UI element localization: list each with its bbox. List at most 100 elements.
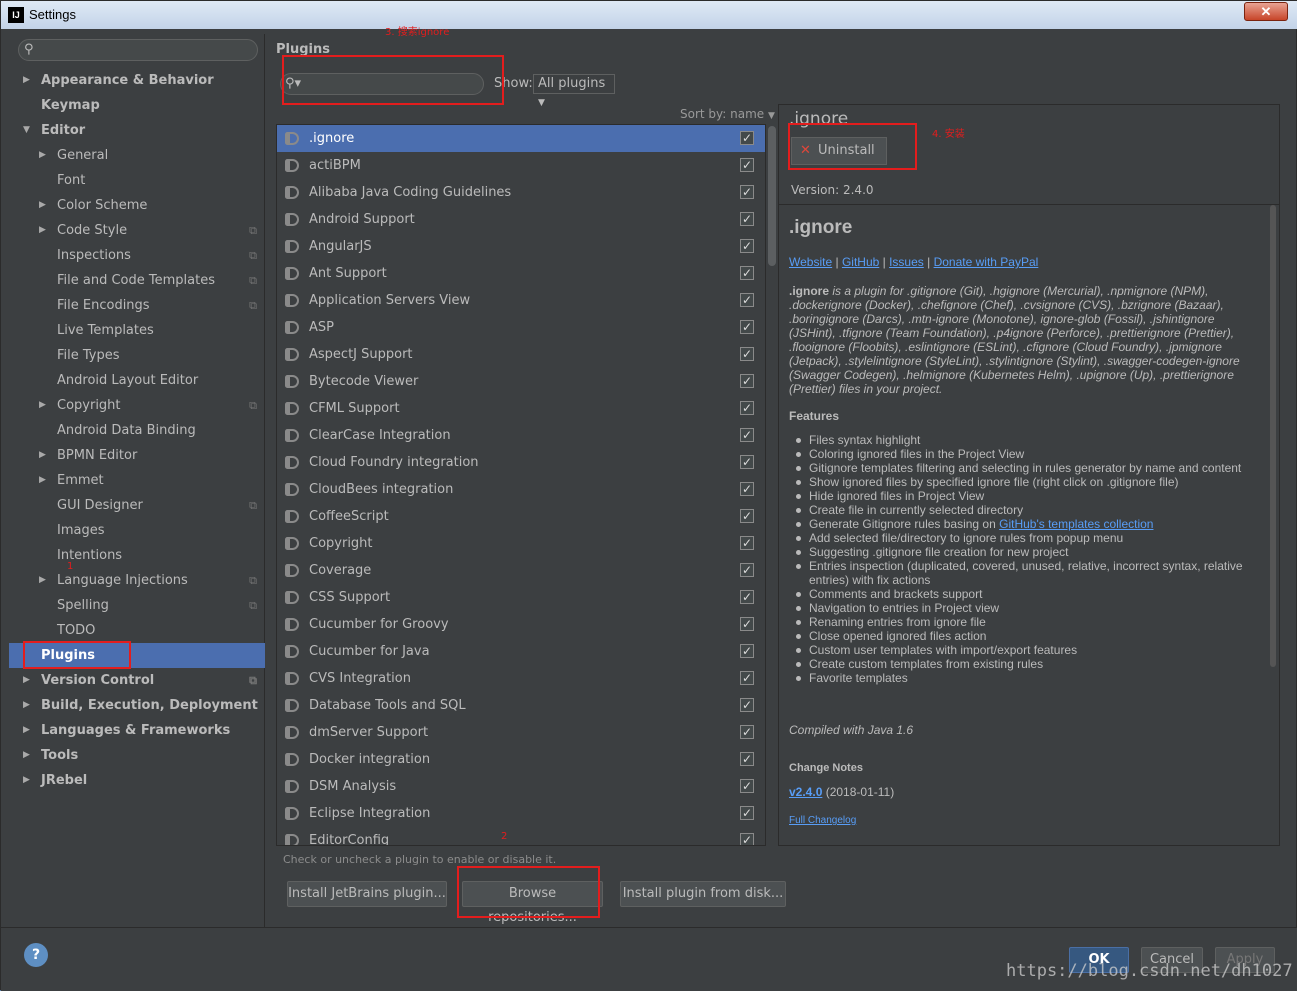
plugin-list-item[interactable]: DSM Analysis ✓ (277, 773, 765, 800)
tree-item-file-encodings[interactable]: File Encodings ⧉ (9, 293, 265, 318)
issues-link[interactable]: Issues (889, 255, 924, 269)
tree-item-android-layout-editor[interactable]: Android Layout Editor (9, 368, 265, 393)
templates-collection-link[interactable]: GitHub's templates collection (999, 517, 1153, 531)
plugin-enabled-checkbox[interactable]: ✓ (740, 293, 754, 307)
plugin-list-item[interactable]: Bytecode Viewer ✓ (277, 368, 765, 395)
install-plugin-from-disk-button[interactable]: Install plugin from disk... (620, 881, 786, 907)
tree-item-copyright[interactable]: ▶ Copyright ⧉ (9, 393, 265, 418)
tree-item-tools[interactable]: ▶ Tools (9, 743, 265, 768)
tree-item-version-control[interactable]: ▶ Version Control ⧉ (9, 668, 265, 693)
plugin-list-item[interactable]: EditorConfig ✓ (277, 827, 765, 845)
website-link[interactable]: Website (789, 255, 832, 269)
plugin-list-item[interactable]: Cucumber for Java ✓ (277, 638, 765, 665)
plugin-enabled-checkbox[interactable]: ✓ (740, 482, 754, 496)
tree-item-keymap[interactable]: Keymap (9, 93, 265, 118)
plugin-list-item[interactable]: Android Support ✓ (277, 206, 765, 233)
github-link[interactable]: GitHub (842, 255, 879, 269)
expand-arrow-icon[interactable]: ▶ (23, 68, 30, 93)
plugin-list-item[interactable]: Eclipse Integration ✓ (277, 800, 765, 827)
plugin-enabled-checkbox[interactable]: ✓ (740, 779, 754, 793)
plugin-enabled-checkbox[interactable]: ✓ (740, 509, 754, 523)
plugin-enabled-checkbox[interactable]: ✓ (740, 455, 754, 469)
tree-item-appearance-behavior[interactable]: ▶ Appearance & Behavior (9, 68, 265, 93)
plugin-enabled-checkbox[interactable]: ✓ (740, 563, 754, 577)
tree-item-editor[interactable]: ▼ Editor (9, 118, 265, 143)
plugin-list-item[interactable]: Ant Support ✓ (277, 260, 765, 287)
collapse-arrow-icon[interactable]: ▼ (23, 118, 30, 143)
expand-arrow-icon[interactable]: ▶ (23, 668, 30, 693)
plugin-list-item[interactable]: ASP ✓ (277, 314, 765, 341)
plugin-enabled-checkbox[interactable]: ✓ (740, 617, 754, 631)
tree-item-bpmn-editor[interactable]: ▶ BPMN Editor (9, 443, 265, 468)
plugin-list-scrollbar[interactable] (768, 126, 776, 266)
plugin-enabled-checkbox[interactable]: ✓ (740, 671, 754, 685)
plugin-list-item[interactable]: Cloud Foundry integration ✓ (277, 449, 765, 476)
plugin-list-item[interactable]: AspectJ Support ✓ (277, 341, 765, 368)
settings-search-input[interactable]: ⚲ (18, 39, 258, 61)
donate-link[interactable]: Donate with PayPal (934, 255, 1039, 269)
expand-arrow-icon[interactable]: ▶ (23, 693, 30, 718)
expand-arrow-icon[interactable]: ▶ (39, 218, 46, 243)
install-jetbrains-plugin-button[interactable]: Install JetBrains plugin... (287, 881, 447, 907)
plugin-list-item[interactable]: CFML Support ✓ (277, 395, 765, 422)
detail-scrollbar[interactable] (1270, 205, 1276, 667)
expand-arrow-icon[interactable]: ▶ (39, 443, 46, 468)
plugin-list-item[interactable]: Alibaba Java Coding Guidelines ✓ (277, 179, 765, 206)
expand-arrow-icon[interactable]: ▶ (39, 143, 46, 168)
plugin-list-item[interactable]: CoffeeScript ✓ (277, 503, 765, 530)
tree-item-android-data-binding[interactable]: Android Data Binding (9, 418, 265, 443)
plugin-enabled-checkbox[interactable]: ✓ (740, 239, 754, 253)
tree-item-inspections[interactable]: Inspections ⧉ (9, 243, 265, 268)
tree-item-general[interactable]: ▶ General (9, 143, 265, 168)
expand-arrow-icon[interactable]: ▶ (23, 743, 30, 768)
plugin-enabled-checkbox[interactable]: ✓ (740, 158, 754, 172)
tree-item-emmet[interactable]: ▶ Emmet (9, 468, 265, 493)
plugin-list-item[interactable]: Database Tools and SQL ✓ (277, 692, 765, 719)
plugin-enabled-checkbox[interactable]: ✓ (740, 374, 754, 388)
tree-item-gui-designer[interactable]: GUI Designer ⧉ (9, 493, 265, 518)
expand-arrow-icon[interactable]: ▶ (23, 718, 30, 743)
plugin-list-item[interactable]: Docker integration ✓ (277, 746, 765, 773)
full-changelog-link[interactable]: Full Changelog (789, 815, 856, 826)
tree-item-build-execution-deployment[interactable]: ▶ Build, Execution, Deployment (9, 693, 265, 718)
plugin-list-item[interactable]: CVS Integration ✓ (277, 665, 765, 692)
tree-item-code-style[interactable]: ▶ Code Style ⧉ (9, 218, 265, 243)
tree-item-spelling[interactable]: Spelling ⧉ (9, 593, 265, 618)
plugin-list-item[interactable]: Copyright ✓ (277, 530, 765, 557)
plugin-list-item[interactable]: Coverage ✓ (277, 557, 765, 584)
tree-item-file-types[interactable]: File Types (9, 343, 265, 368)
plugin-enabled-checkbox[interactable]: ✓ (740, 806, 754, 820)
plugin-enabled-checkbox[interactable]: ✓ (740, 833, 754, 845)
plugin-enabled-checkbox[interactable]: ✓ (740, 590, 754, 604)
tree-item-file-code-templates[interactable]: File and Code Templates ⧉ (9, 268, 265, 293)
expand-arrow-icon[interactable]: ▶ (39, 193, 46, 218)
tree-item-jrebel[interactable]: ▶ JRebel (9, 768, 265, 793)
plugin-list-item[interactable]: ClearCase Integration ✓ (277, 422, 765, 449)
tree-item-todo[interactable]: TODO (9, 618, 265, 643)
tree-item-font[interactable]: Font (9, 168, 265, 193)
tree-item-images[interactable]: Images (9, 518, 265, 543)
plugin-enabled-checkbox[interactable]: ✓ (740, 725, 754, 739)
expand-arrow-icon[interactable]: ▶ (39, 568, 46, 593)
plugin-enabled-checkbox[interactable]: ✓ (740, 536, 754, 550)
plugin-enabled-checkbox[interactable]: ✓ (740, 644, 754, 658)
plugin-enabled-checkbox[interactable]: ✓ (740, 428, 754, 442)
show-filter-dropdown[interactable]: All plugins ▼ (533, 74, 615, 108)
plugin-list-item[interactable]: CSS Support ✓ (277, 584, 765, 611)
tree-item-language-injections[interactable]: ▶ Language Injections ⧉ (9, 568, 265, 593)
plugin-list-item[interactable]: Application Servers View ✓ (277, 287, 765, 314)
help-button[interactable]: ? (24, 943, 48, 967)
plugin-enabled-checkbox[interactable]: ✓ (740, 401, 754, 415)
plugin-enabled-checkbox[interactable]: ✓ (740, 212, 754, 226)
plugin-enabled-checkbox[interactable]: ✓ (740, 185, 754, 199)
plugin-enabled-checkbox[interactable]: ✓ (740, 320, 754, 334)
tree-item-live-templates[interactable]: Live Templates (9, 318, 265, 343)
plugin-enabled-checkbox[interactable]: ✓ (740, 752, 754, 766)
plugin-list-item[interactable]: AngularJS ✓ (277, 233, 765, 260)
plugin-enabled-checkbox[interactable]: ✓ (740, 347, 754, 361)
plugin-list-item[interactable]: actiBPM ✓ (277, 152, 765, 179)
expand-arrow-icon[interactable]: ▶ (39, 468, 46, 493)
tree-item-languages-frameworks[interactable]: ▶ Languages & Frameworks (9, 718, 265, 743)
plugin-enabled-checkbox[interactable]: ✓ (740, 266, 754, 280)
close-window-button[interactable]: ✕ (1244, 2, 1288, 21)
